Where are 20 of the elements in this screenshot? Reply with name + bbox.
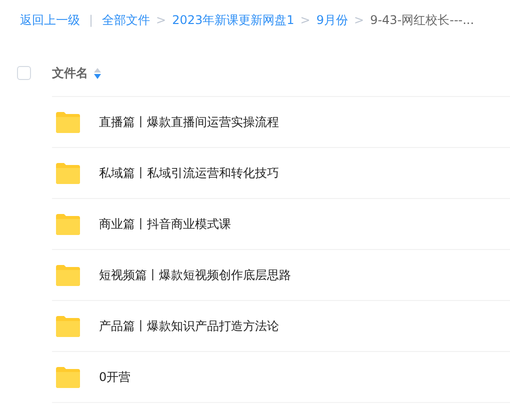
folder-icon: [56, 162, 80, 184]
select-all-checkbox[interactable]: [17, 66, 31, 80]
folder-icon: [56, 112, 80, 132]
folder-icon: [56, 264, 80, 286]
breadcrumb-separator: >: [354, 13, 364, 27]
breadcrumb-separator: >: [156, 13, 166, 27]
folder-name[interactable]: 直播篇丨爆款直播间运营实操流程: [99, 114, 279, 130]
folder-name[interactable]: 私域篇丨私域引流运营和转化技巧: [99, 164, 279, 182]
folder-name[interactable]: 短视频篇丨爆款短视频创作底层思路: [99, 266, 291, 284]
current-folder[interactable]: 9-43-网红校长---...: [370, 12, 474, 28]
folder-name[interactable]: 0开营: [99, 368, 131, 386]
folder-icon: [56, 316, 80, 336]
breadcrumb-separator: >: [300, 13, 310, 27]
folder-name[interactable]: 产品篇丨爆款知识产品打造方法论: [99, 318, 279, 334]
divider: |: [89, 13, 94, 27]
folder-name[interactable]: 商业篇丨抖音商业模式课: [99, 216, 231, 232]
folder-icon: [56, 214, 80, 234]
column-header[interactable]: 文件名: [52, 64, 88, 82]
folder-icon: [56, 366, 80, 388]
sort-icon[interactable]: [94, 68, 101, 78]
